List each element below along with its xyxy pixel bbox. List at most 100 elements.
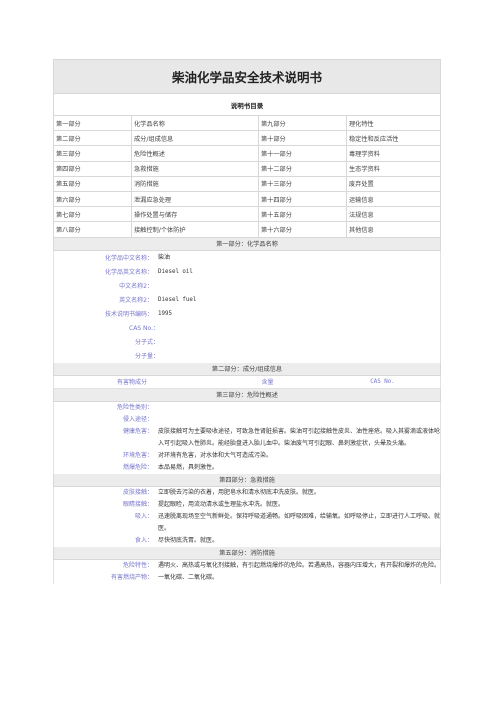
toc-part-title: 危险性概述 [131, 145, 259, 162]
field-label: 化学品英文名称： [104, 269, 153, 276]
field-label: 健康危害： [122, 427, 153, 435]
composition-col-content: 含量 [261, 379, 274, 386]
field-row: 分子式： [53, 334, 441, 349]
toc-part-title: 操作处置与储存 [131, 206, 259, 223]
field-value: 尽快彻底洗胃。就医。 [158, 536, 219, 544]
field-row: 食入： 尽快彻底洗胃。就医。 [53, 534, 441, 547]
field-row: 化学品中文名称： 柴油 [53, 250, 441, 265]
toc-row: 第三部分 危险性概述 第十一部分 毒理学资料 [53, 145, 441, 162]
toc-part-number: 第十四部分 [258, 190, 347, 208]
toc-heading: 说明书目录 [53, 94, 441, 115]
field-label: 侵入途径： [122, 415, 153, 423]
field-row: 燃爆危险： 本品易燃，具刺激性。 [53, 461, 441, 474]
part1-fields: 化学品中文名称： 柴油化学品英文名称： Diesel oil 中文名称2： 英文名称2：… [53, 250, 441, 363]
toc-row: 第五部分 消防措施 第十三部分 废弃处置 [53, 175, 441, 192]
toc-part-title: 毒理学资料 [346, 145, 441, 162]
section-heading-part2: 第二部分：成分/组成信息 [53, 362, 441, 376]
part3-fields: 危险性类别： 侵入途径： 健康危害： 皮肤接触可为主要吸收途径，可致急性肾脏损害。柴油… [53, 401, 441, 474]
field-value: 对环境有危害，对水体和大气可造成污染。 [158, 451, 273, 459]
toc-part-number: 第十一部分 [258, 145, 347, 162]
toc-part-number: 第十二部分 [258, 160, 347, 177]
toc-part-title: 法规信息 [346, 206, 441, 223]
toc-part-title: 其他信息 [346, 221, 441, 238]
document: 柴油化学品安全技术说明书 说明书目录 第一部分 化学品名称 第九部分 理化特性 第二部分… [53, 59, 441, 584]
field-label: 有害燃烧产物： [110, 573, 153, 581]
field-label: 燃爆危险： [122, 463, 153, 471]
document-title: 柴油化学品安全技术说明书 [53, 59, 441, 94]
field-row: 危险特性： 遇明火、高热或与氧化剂接触，有引起燃烧爆炸的危险。若遇高热，容器内压增… [53, 559, 441, 572]
toc-part-title: 急救措施 [131, 160, 259, 177]
toc-part-title: 泄漏应急处理 [131, 190, 259, 208]
toc-row: 第二部分 成分/组成信息 第十部分 稳定性和反应活性 [53, 130, 441, 147]
field-row: 英文名称2： Diesel fuel [53, 292, 441, 307]
field-row: 环境危害： 对环境有危害，对水体和大气可造成污染。 [53, 449, 441, 462]
field-label: 分子量： [134, 353, 159, 360]
field-row: 健康危害： 皮肤接触可为主要吸收途径，可致急性肾脏损害。柴油可引起接触性皮炎、油性… [53, 425, 441, 450]
toc-part-number: 第一部分 [53, 114, 132, 132]
toc-part-number: 第三部分 [53, 145, 132, 162]
toc-part-number: 第四部分 [53, 160, 132, 177]
section-heading-part5: 第五部分：消防措施 [53, 546, 441, 560]
toc-part-number: 第十六部分 [258, 221, 347, 238]
toc-row: 第一部分 化学品名称 第九部分 理化特性 [53, 114, 441, 132]
section-heading-part4: 第四部分：急救措施 [53, 473, 441, 487]
field-value: 一氧化碳、二氧化碳。 [158, 573, 219, 581]
field-value: 迅速脱离现场至空气新鲜处。保持呼吸道通畅。如呼吸困难，给输氧。如呼吸停止，立即进… [158, 512, 441, 532]
field-label: 危险特性： [122, 561, 153, 569]
field-label: 环境危害： [122, 451, 153, 459]
field-row: 有害燃烧产物： 一氧化碳、二氧化碳。 [53, 571, 441, 584]
toc-part-title: 运输信息 [346, 190, 441, 208]
field-value: 立即脱去污染的衣着，用肥皂水和清水彻底冲洗皮肤。就医。 [158, 488, 321, 496]
section-heading-part3: 第三部分：危险性概述 [53, 388, 441, 402]
toc-part-title: 生态学资料 [346, 160, 441, 177]
toc-part-title: 废弃处置 [346, 175, 441, 192]
field-value: 本品易燃，具刺激性。 [158, 463, 219, 471]
toc-part-title: 理化特性 [346, 114, 441, 132]
toc-part-title: 稳定性和反应活性 [346, 130, 441, 147]
toc-part-title: 成分/组成信息 [131, 130, 259, 147]
field-label: 危险性类别： [116, 403, 153, 411]
toc-part-title: 消防措施 [131, 175, 259, 192]
toc-row: 第六部分 泄漏应急处理 第十四部分 运输信息 [53, 190, 441, 208]
part4-fields: 皮肤接触： 立即脱去污染的衣着，用肥皂水和清水彻底冲洗皮肤。就医。 眼睛接触： 提起眼… [53, 486, 441, 547]
toc-row: 第八部分 接触控制/个体防护 第十六部分 其他信息 [53, 221, 441, 238]
field-value: 皮肤接触可为主要吸收途径，可致急性肾脏损害。柴油可引起接触性皮炎、油性痤疮。吸入… [158, 427, 441, 447]
field-label: 皮肤接触： [122, 488, 153, 496]
composition-header-row: 有害物成分 含量 CAS No. [53, 375, 441, 389]
field-value: 柴油 [158, 253, 171, 261]
composition-col-substance: 有害物成分 [116, 379, 147, 386]
field-label: 中文名称2： [119, 283, 153, 290]
field-label: 吸入： [134, 512, 153, 520]
toc-part-title: 接触控制/个体防护 [131, 221, 259, 238]
field-row: 眼睛接触： 提起眼睑，用流动清水或生理盐水冲洗。就医。 [53, 498, 441, 511]
toc-row: 第四部分 急救措施 第十二部分 生态学资料 [53, 160, 441, 177]
section-heading-part1: 第一部分：化学品名称 [53, 237, 441, 251]
composition-col-cas: CAS No. [370, 378, 395, 385]
part5-fields: 危险特性： 遇明火、高热或与氧化剂接触，有引起燃烧爆炸的危险。若遇高热，容器内压增… [53, 559, 441, 584]
field-value: Diesel fuel [158, 296, 197, 303]
toc-part-number: 第十部分 [258, 130, 347, 147]
field-row: 侵入途径： [53, 413, 441, 426]
field-row: 分子量： [53, 348, 441, 363]
toc-part-title: 化学品名称 [131, 114, 259, 132]
field-value: 提起眼睑，用流动清水或生理盐水冲洗。就医。 [158, 500, 285, 508]
toc-part-number: 第十三部分 [258, 175, 347, 192]
field-label: CAS No.： [129, 325, 159, 332]
field-row: 化学品英文名称： Diesel oil [53, 264, 441, 279]
field-row: 吸入： 迅速脱离现场至空气新鲜处。保持呼吸道通畅。如呼吸困难，给输氧。如呼吸停止，… [53, 510, 441, 535]
field-label: 眼睛接触： [122, 500, 153, 508]
field-row: 皮肤接触： 立即脱去污染的衣着，用肥皂水和清水彻底冲洗皮肤。就医。 [53, 486, 441, 499]
field-label: 技术说明书编码： [104, 311, 153, 318]
field-value: Diesel oil [158, 268, 193, 275]
toc-part-number: 第六部分 [53, 190, 132, 208]
field-value: 1995 [158, 310, 172, 317]
toc-part-number: 第二部分 [53, 130, 132, 147]
field-label: 分子式： [134, 339, 159, 346]
toc-part-number: 第八部分 [53, 221, 132, 238]
field-label: 食入： [134, 536, 153, 544]
field-row: CAS No.： [53, 320, 441, 335]
toc-row: 第七部分 操作处置与储存 第十五部分 法规信息 [53, 206, 441, 223]
field-row: 技术说明书编码： 1995 [53, 306, 441, 321]
toc-table: 第一部分 化学品名称 第九部分 理化特性 第二部分 成分/组成信息 第十部分 稳定性和反应活性… [53, 114, 441, 238]
toc-part-number: 第五部分 [53, 175, 132, 192]
